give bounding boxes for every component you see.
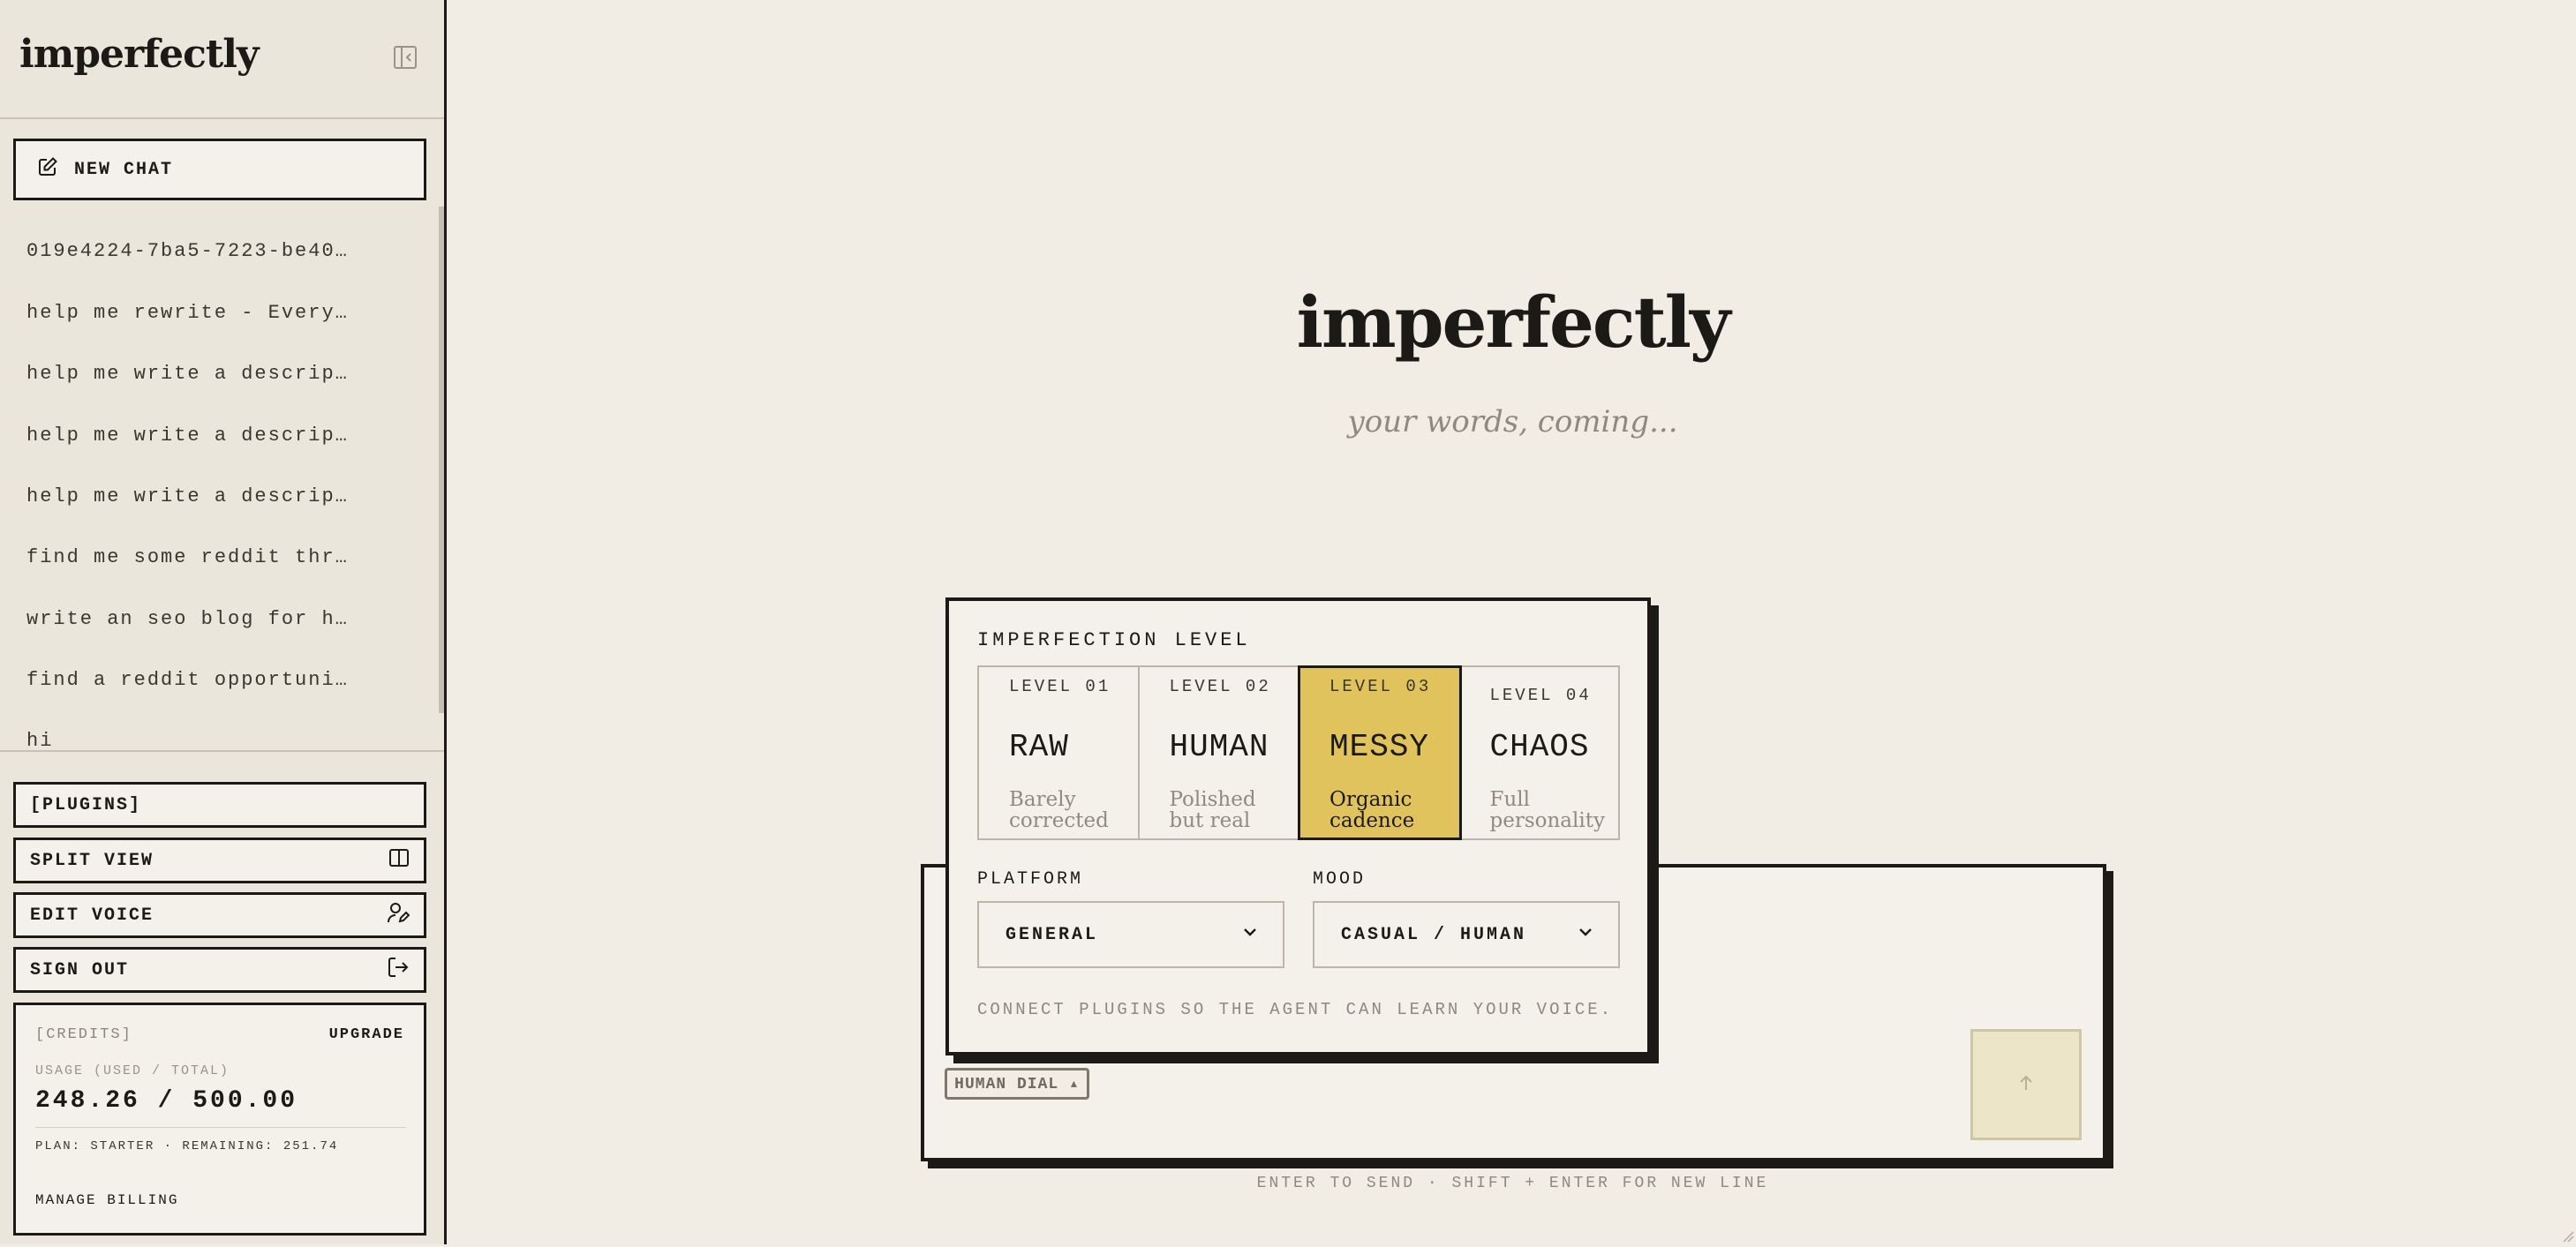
level-option-messy[interactable]: LEVEL 03 MESSY Organic cadence [1298,665,1462,840]
credits-panel: [CREDITS] UPGRADE USAGE (USED / TOTAL) 2… [13,1003,426,1236]
level-name: CHAOS [1489,729,1590,765]
sidebar-header: imperfectly [0,0,444,119]
usage-value: 248.26 / 500.00 [35,1087,298,1115]
chat-history-list: 019e4224-7ba5-7223-be40… help me rewrite… [0,221,441,750]
split-view-label: SPLIT VIEW [30,850,154,871]
split-view-button[interactable]: SPLIT VIEW [13,838,426,883]
platform-select[interactable]: GENERAL [977,901,1284,968]
sidebar: imperfectly NEW CHAT 019e4224-7ba5-7223-… [0,0,447,1244]
mood-select[interactable]: CASUAL / HUMAN [1313,901,1620,968]
list-item[interactable]: find me some reddit thr… [26,546,349,568]
level-selector: LEVEL 01 RAW Barely corrected LEVEL 02 H… [977,665,1620,840]
mood-label: MOOD [1313,869,1367,890]
page-subtitle: your words, coming... [1347,404,1678,439]
level-tag: LEVEL 02 [1169,677,1271,696]
usage-label: USAGE (USED / TOTAL) [35,1063,230,1078]
edit-icon [37,156,58,184]
manage-billing-link[interactable]: MANAGE BILLING [35,1192,178,1208]
send-button[interactable] [1970,1029,2082,1140]
level-option-raw[interactable]: LEVEL 01 RAW Barely corrected [979,667,1140,838]
plan-info: PLAN: STARTER · REMAINING: 251.74 [35,1139,339,1153]
level-tag: LEVEL 03 [1329,677,1432,696]
new-chat-button[interactable]: NEW CHAT [13,139,426,200]
user-voice-icon [387,901,411,930]
connect-plugins-note: CONNECT PLUGINS SO THE AGENT CAN LEARN Y… [977,1000,1614,1019]
level-option-human[interactable]: LEVEL 02 HUMAN Polished but real [1140,667,1299,838]
arrow-up-icon [2015,1072,2037,1098]
platform-value: GENERAL [1006,924,1099,945]
sign-out-button[interactable]: SIGN OUT [13,947,426,993]
level-option-chaos[interactable]: LEVEL 04 CHAOS Full personality [1460,667,1619,838]
chevron-down-icon [1576,922,1595,948]
edit-voice-label: EDIT VOICE [30,905,154,926]
list-item[interactable]: hi [26,730,53,750]
edit-voice-button[interactable]: EDIT VOICE [13,892,426,938]
level-description: Full personality [1489,788,1605,832]
imperfection-popover: IMPERFECTION LEVEL LEVEL 01 RAW Barely c… [945,597,1651,1055]
list-item[interactable]: help me rewrite - Every… [26,302,349,324]
level-tag: LEVEL 04 [1489,686,1592,705]
new-chat-label: NEW CHAT [74,159,174,180]
sidebar-logo: imperfectly [19,32,260,77]
split-view-icon [388,847,410,875]
list-item[interactable]: help me write a descrip… [26,485,349,507]
sidebar-divider [0,750,444,752]
history-scrollbar[interactable] [439,207,444,713]
page-title: imperfectly [1296,281,1731,364]
upgrade-link[interactable]: UPGRADE [329,1026,404,1043]
collapse-sidebar-icon[interactable] [392,44,418,71]
mood-value: CASUAL / HUMAN [1341,924,1527,945]
plugins-button[interactable]: [PLUGINS] [13,782,426,828]
plugins-label: [PLUGINS] [30,794,142,815]
sign-out-label: SIGN OUT [30,959,130,980]
list-item[interactable]: 019e4224-7ba5-7223-be40… [26,240,349,262]
chevron-down-icon [1240,922,1260,948]
level-description: Barely corrected [1009,788,1109,832]
keyboard-hint: ENTER TO SEND · SHIFT + ENTER FOR NEW LI… [1256,1175,1769,1192]
resize-grip-icon[interactable] [2560,1228,2574,1243]
credits-divider [35,1127,406,1128]
human-dial-button[interactable]: HUMAN DIAL ▴ [945,1068,1089,1100]
imperfection-heading: IMPERFECTION LEVEL [977,629,1251,651]
level-name: MESSY [1329,729,1430,765]
list-item[interactable]: help me write a descrip… [26,363,349,385]
credits-label: [CREDITS] [35,1026,132,1043]
level-description: Organic cadence [1329,788,1415,832]
level-name: RAW [1009,729,1069,765]
list-item[interactable]: find a reddit opportuni… [26,669,349,691]
list-item[interactable]: help me write a descrip… [26,424,349,447]
level-description: Polished but real [1169,788,1256,832]
level-tag: LEVEL 01 [1009,677,1111,696]
platform-label: PLATFORM [977,869,1084,890]
sign-out-icon [387,956,410,985]
list-item[interactable]: write an seo blog for h… [26,608,349,630]
level-name: HUMAN [1169,729,1269,765]
